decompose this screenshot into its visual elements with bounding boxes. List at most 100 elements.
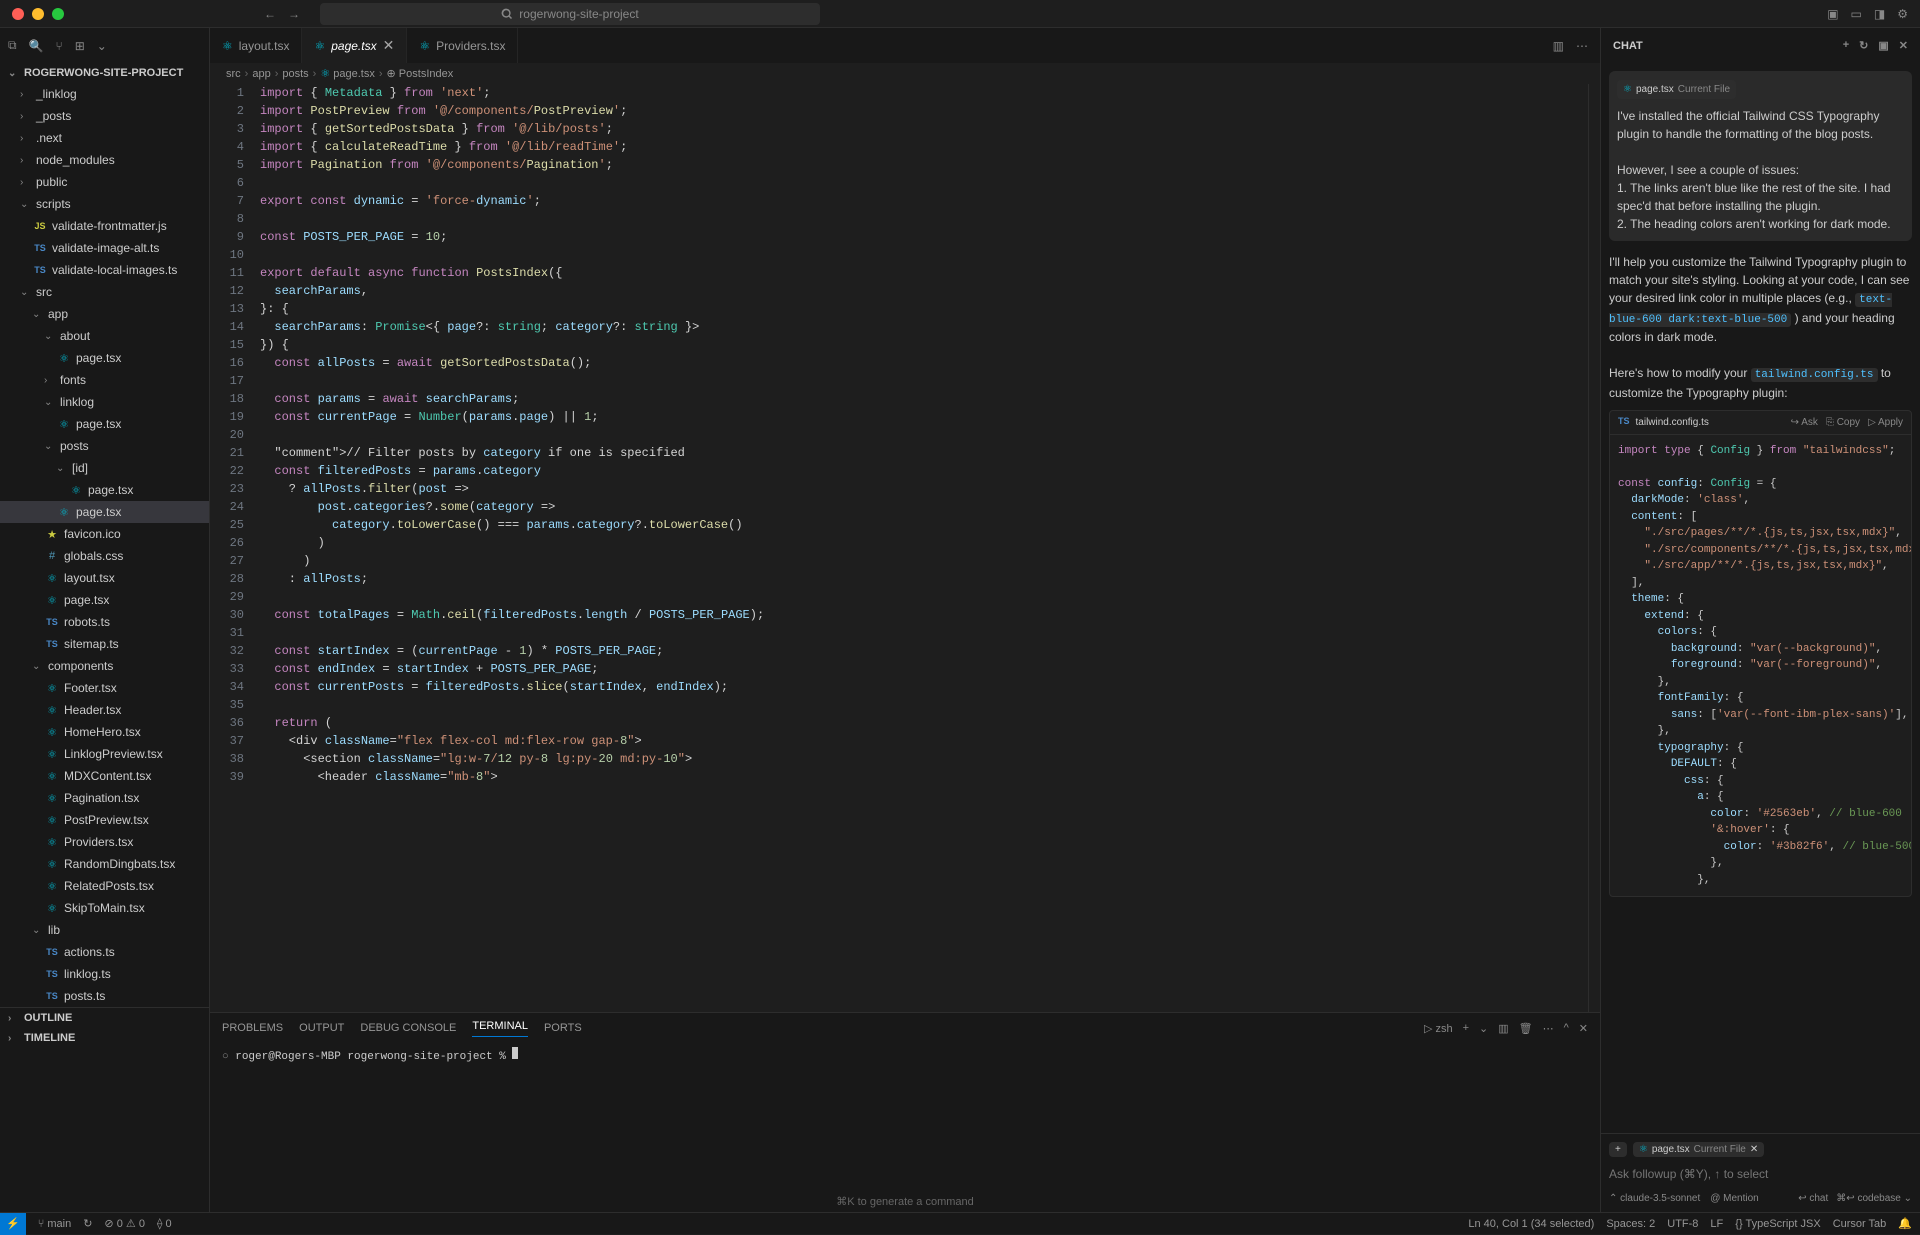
remove-context-icon[interactable]: ✕ <box>1750 1144 1758 1155</box>
folder-item[interactable]: ⌄src <box>0 281 209 303</box>
breadcrumb[interactable]: src›app›posts›⚛ page.tsx›⊕ PostsIndex <box>210 63 1600 84</box>
file-item[interactable]: ⚛page.tsx <box>0 501 209 523</box>
folder-item[interactable]: ›node_modules <box>0 149 209 171</box>
breadcrumb-item[interactable]: app <box>252 68 270 80</box>
file-item[interactable]: ⚛HomeHero.tsx <box>0 721 209 743</box>
file-item[interactable]: ⚛PostPreview.tsx <box>0 809 209 831</box>
settings-icon[interactable]: ⚙ <box>1897 7 1908 21</box>
folder-item[interactable]: ›public <box>0 171 209 193</box>
breadcrumb-item[interactable]: src <box>226 68 241 80</box>
file-item[interactable]: TSvalidate-image-alt.ts <box>0 237 209 259</box>
timeline-section[interactable]: › TIMELINE <box>0 1028 209 1048</box>
maximize-window-button[interactable] <box>52 8 64 20</box>
file-item[interactable]: #globals.css <box>0 545 209 567</box>
chat-codebase-button[interactable]: ⌘↩ codebase ⌄ <box>1836 1193 1912 1204</box>
cursor-tab[interactable]: Cursor Tab <box>1833 1218 1887 1230</box>
nav-forward-icon[interactable]: → <box>288 7 300 21</box>
explorer-scm-icon[interactable]: ⑂ <box>56 39 63 53</box>
panel-tab[interactable]: PORTS <box>544 1022 582 1034</box>
breadcrumb-item[interactable]: ⊕ PostsIndex <box>387 67 454 80</box>
terminal-maximize-icon[interactable]: ^ <box>1564 1022 1569 1034</box>
file-item[interactable]: ⚛page.tsx <box>0 589 209 611</box>
folder-item[interactable]: ⌄linklog <box>0 391 209 413</box>
explorer-ext-icon[interactable]: ⊞ <box>75 39 85 53</box>
file-item[interactable]: ⚛page.tsx <box>0 347 209 369</box>
file-item[interactable]: ⚛page.tsx <box>0 479 209 501</box>
chat-mention-button[interactable]: @ Mention <box>1710 1193 1759 1204</box>
file-item[interactable]: JSvalidate-frontmatter.js <box>0 215 209 237</box>
file-item[interactable]: TSposts.ts <box>0 985 209 1007</box>
file-item[interactable]: ⚛RelatedPosts.tsx <box>0 875 209 897</box>
terminal-shell-label[interactable]: ▷ zsh <box>1424 1022 1453 1035</box>
tab-close-icon[interactable]: ✕ <box>383 37 395 54</box>
panel-tab[interactable]: DEBUG CONSOLE <box>360 1022 456 1034</box>
panel-tab[interactable]: OUTPUT <box>299 1022 344 1034</box>
chat-close-icon[interactable]: ✕ <box>1899 39 1908 52</box>
file-item[interactable]: ⚛layout.tsx <box>0 567 209 589</box>
chat-send-button[interactable]: ↩ chat <box>1798 1193 1828 1204</box>
nav-back-icon[interactable]: ← <box>264 7 276 21</box>
layout-secondary-icon[interactable]: ◨ <box>1874 7 1885 21</box>
file-item[interactable]: ⚛RandomDingbats.tsx <box>0 853 209 875</box>
editor-more-icon[interactable]: ⋯ <box>1576 39 1588 53</box>
layout-panel-icon[interactable]: ▭ <box>1851 7 1862 21</box>
command-center[interactable]: rogerwong-site-project <box>320 3 820 25</box>
editor-tab[interactable]: ⚛page.tsx✕ <box>302 28 407 63</box>
chat-dock-icon[interactable]: ▣ <box>1878 39 1888 52</box>
folder-item[interactable]: ›_linklog <box>0 83 209 105</box>
folder-item[interactable]: ⌄lib <box>0 919 209 941</box>
terminal-dropdown-icon[interactable]: ⌄ <box>1479 1022 1488 1035</box>
folder-item[interactable]: ⌄about <box>0 325 209 347</box>
minimize-window-button[interactable] <box>32 8 44 20</box>
file-item[interactable]: ⚛Providers.tsx <box>0 831 209 853</box>
panel-tab[interactable]: TERMINAL <box>472 1020 528 1037</box>
language-mode[interactable]: {} TypeScript JSX <box>1735 1218 1820 1230</box>
remote-indicator[interactable]: ⚡ <box>0 1213 26 1235</box>
file-item[interactable]: TSlinklog.ts <box>0 963 209 985</box>
folder-item[interactable]: ›.next <box>0 127 209 149</box>
git-branch[interactable]: ⑂ main <box>38 1218 72 1230</box>
chat-input-context-pill[interactable]: ⚛ page.tsx Current File ✕ <box>1633 1142 1764 1157</box>
problems-indicator[interactable]: ⊘ 0 ⚠ 0 <box>104 1217 145 1230</box>
minimap[interactable] <box>1588 84 1600 1012</box>
cursor-position[interactable]: Ln 40, Col 1 (34 selected) <box>1468 1218 1594 1230</box>
explorer-more-icon[interactable]: ⌄ <box>97 39 107 53</box>
code-copy-button[interactable]: ⎘ Copy <box>1826 415 1860 430</box>
file-item[interactable]: ⚛LinklogPreview.tsx <box>0 743 209 765</box>
file-item[interactable]: ⚛page.tsx <box>0 413 209 435</box>
file-item[interactable]: TSrobots.ts <box>0 611 209 633</box>
ports-indicator[interactable]: ⟠ 0 <box>157 1217 172 1230</box>
panel-tab[interactable]: PROBLEMS <box>222 1022 283 1034</box>
explorer-files-icon[interactable]: ⧉ <box>8 38 17 53</box>
encoding[interactable]: UTF-8 <box>1667 1218 1698 1230</box>
terminal-add-icon[interactable]: + <box>1463 1022 1469 1034</box>
terminal-more-icon[interactable]: ⋯ <box>1543 1022 1554 1035</box>
explorer-search-icon[interactable]: 🔍 <box>29 39 44 53</box>
close-window-button[interactable] <box>12 8 24 20</box>
breadcrumb-item[interactable]: posts <box>282 68 308 80</box>
file-item[interactable]: TSvalidate-local-images.ts <box>0 259 209 281</box>
chat-history-icon[interactable]: ↻ <box>1859 39 1868 52</box>
file-item[interactable]: ⚛Footer.tsx <box>0 677 209 699</box>
notifications-icon[interactable]: 🔔 <box>1898 1217 1912 1230</box>
outline-section[interactable]: › OUTLINE <box>0 1007 209 1028</box>
file-item[interactable]: ⚛Header.tsx <box>0 699 209 721</box>
folder-item[interactable]: ⌄scripts <box>0 193 209 215</box>
file-item[interactable]: ★favicon.ico <box>0 523 209 545</box>
eol[interactable]: LF <box>1710 1218 1723 1230</box>
split-editor-icon[interactable]: ▥ <box>1553 39 1564 53</box>
sync-button[interactable]: ↻ <box>83 1217 92 1230</box>
chat-context-pill[interactable]: ⚛ page.tsx Current File <box>1617 80 1736 99</box>
code-ask-button[interactable]: ↪ Ask <box>1791 415 1818 430</box>
folder-item[interactable]: ›_posts <box>0 105 209 127</box>
terminal-split-icon[interactable]: ▥ <box>1498 1022 1508 1035</box>
chat-input[interactable] <box>1609 1163 1912 1185</box>
editor-tab[interactable]: ⚛layout.tsx <box>210 28 302 63</box>
chat-model-selector[interactable]: ⌃ claude-3.5-sonnet <box>1609 1193 1700 1204</box>
chat-add-context-button[interactable]: + <box>1609 1142 1627 1157</box>
terminal-body[interactable]: ○ roger@Rogers-MBP rogerwong-site-projec… <box>210 1043 1600 1195</box>
code-editor[interactable]: 1234567891011121314151617181920212223242… <box>210 84 1600 1012</box>
chat-code-body[interactable]: import type { Config } from "tailwindcss… <box>1610 435 1911 897</box>
folder-item[interactable]: ⌄app <box>0 303 209 325</box>
folder-item[interactable]: ⌄posts <box>0 435 209 457</box>
